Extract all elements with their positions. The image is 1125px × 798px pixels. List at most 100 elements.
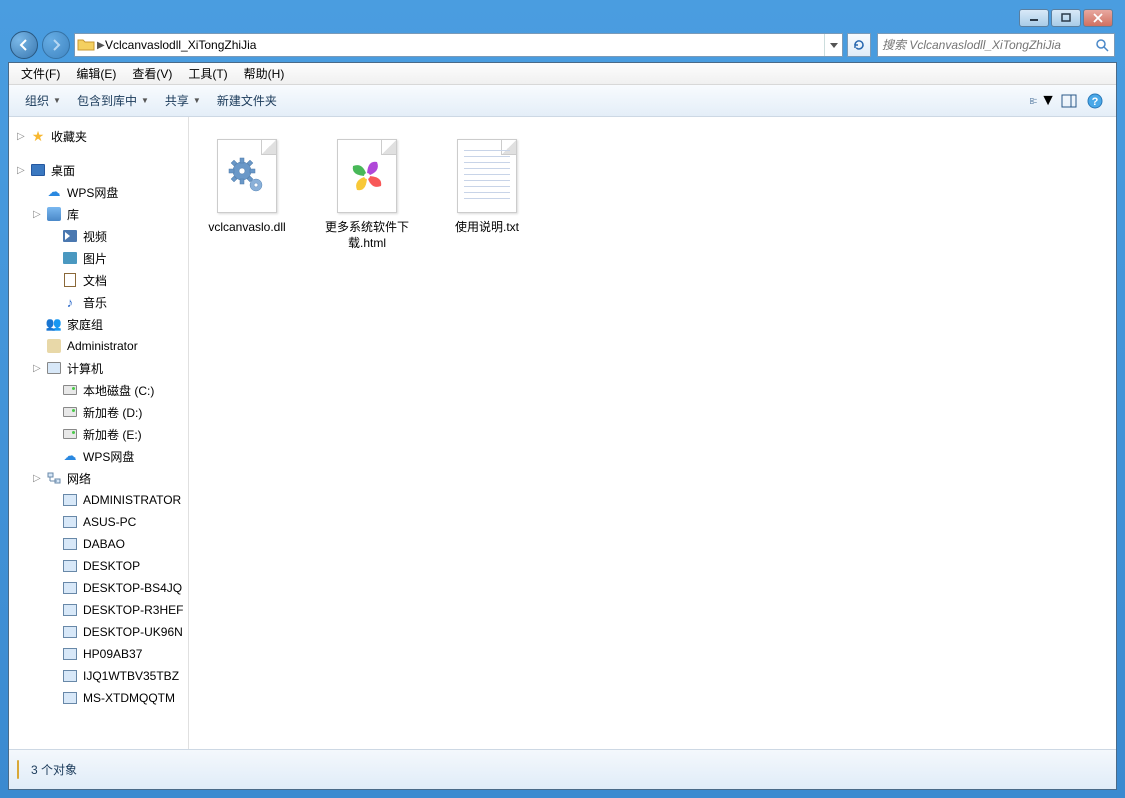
folder-icon [75, 34, 97, 56]
menu-view[interactable]: 查看(V) [124, 63, 180, 84]
file-label: 更多系统软件下载.html [324, 220, 410, 251]
sidebar-drive-c[interactable]: 本地磁盘 (C:) [9, 379, 188, 401]
network-icon [45, 469, 63, 487]
homegroup-icon: 👥 [45, 315, 63, 333]
file-list[interactable]: vclcanvaslo.dll 更多系统软件下载.html [189, 117, 1116, 749]
menu-file[interactable]: 文件(F) [13, 63, 68, 84]
close-button[interactable] [1083, 9, 1113, 27]
computer-icon [61, 491, 79, 509]
drive-icon [61, 425, 79, 443]
sidebar-wps-2[interactable]: ☁WPS网盘 [9, 445, 188, 467]
sidebar-item-label: DESKTOP [83, 559, 140, 573]
sidebar-item-label: 收藏夹 [51, 128, 87, 145]
sidebar-libraries[interactable]: ▷库 [9, 203, 188, 225]
sidebar-item-label: 文档 [83, 272, 107, 289]
sidebar-administrator[interactable]: Administrator [9, 335, 188, 357]
maximize-button[interactable] [1051, 9, 1081, 27]
share-button[interactable]: 共享▼ [157, 88, 209, 113]
preview-pane-button[interactable] [1056, 90, 1082, 112]
computer-icon [61, 557, 79, 575]
sidebar-homegroup[interactable]: 👥家庭组 [9, 313, 188, 335]
command-bar: 组织▼ 包含到库中▼ 共享▼ 新建文件夹 ▼ ? [9, 85, 1116, 117]
sidebar-drive-d[interactable]: 新加卷 (D:) [9, 401, 188, 423]
sidebar-item-label: WPS网盘 [83, 448, 134, 465]
new-folder-button[interactable]: 新建文件夹 [209, 88, 285, 113]
forward-button[interactable] [42, 31, 70, 59]
sidebar-item-label: 图片 [83, 250, 107, 267]
cloud-icon: ☁ [45, 183, 63, 201]
explorer-window: 文件(F) 编辑(E) 查看(V) 工具(T) 帮助(H) 组织▼ 包含到库中▼… [8, 62, 1117, 790]
organize-button[interactable]: 组织▼ [17, 88, 69, 113]
navigation-bar: ▶ Vclcanvaslodll_XiTongZhiJia [8, 28, 1117, 62]
picture-icon [61, 249, 79, 267]
sidebar-item-label: 本地磁盘 (C:) [83, 382, 154, 399]
sidebar-network[interactable]: ▷网络 [9, 467, 188, 489]
sidebar-item-label: 桌面 [51, 162, 75, 179]
address-bar[interactable]: ▶ Vclcanvaslodll_XiTongZhiJia [74, 33, 843, 57]
sidebar-item-label: 计算机 [67, 360, 103, 377]
sidebar-net-pc[interactable]: IJQ1WTBV35TBZ [9, 665, 188, 687]
sidebar-net-pc[interactable]: DESKTOP-BS4JQ [9, 577, 188, 599]
sidebar-item-label: DESKTOP-UK96N [83, 625, 183, 639]
status-text: 3 个对象 [31, 761, 77, 778]
user-icon [45, 337, 63, 355]
sidebar-net-pc[interactable]: HP09AB37 [9, 643, 188, 665]
menu-bar: 文件(F) 编辑(E) 查看(V) 工具(T) 帮助(H) [9, 63, 1116, 85]
file-label: 使用说明.txt [455, 220, 519, 236]
search-icon[interactable] [1090, 38, 1114, 52]
sidebar-favorites[interactable]: ▷★收藏夹 [9, 125, 188, 147]
sidebar-item-label: ASUS-PC [83, 515, 136, 529]
computer-icon [61, 645, 79, 663]
sidebar-computer[interactable]: ▷计算机 [9, 357, 188, 379]
sidebar-music[interactable]: ♪音乐 [9, 291, 188, 313]
sidebar-net-pc[interactable]: DESKTOP [9, 555, 188, 577]
sidebar-drive-e[interactable]: 新加卷 (E:) [9, 423, 188, 445]
sidebar-item-label: Administrator [67, 339, 138, 353]
file-item-dll[interactable]: vclcanvaslo.dll [197, 129, 297, 258]
sidebar-net-pc[interactable]: DESKTOP-R3HEF [9, 599, 188, 621]
sidebar-item-label: DABAO [83, 537, 125, 551]
include-in-library-button[interactable]: 包含到库中▼ [69, 88, 157, 113]
star-icon: ★ [29, 127, 47, 145]
sidebar-documents[interactable]: 文档 [9, 269, 188, 291]
sidebar-item-label: MS-XTDMQQTM [83, 691, 175, 705]
minimize-button[interactable] [1019, 9, 1049, 27]
menu-tools[interactable]: 工具(T) [180, 63, 235, 84]
address-path: Vclcanvaslodll_XiTongZhiJia [103, 38, 824, 52]
sidebar-net-pc[interactable]: DESKTOP-UK96N [9, 621, 188, 643]
main-area: ▷★收藏夹 ▷桌面 ☁WPS网盘 ▷库 视频 图片 文档 ♪音乐 👥家庭组 Ad… [9, 117, 1116, 749]
sidebar-desktop[interactable]: ▷桌面 [9, 159, 188, 181]
sidebar-item-label: 库 [67, 206, 79, 223]
computer-icon [61, 513, 79, 531]
dll-file-icon [211, 136, 283, 216]
computer-icon [61, 535, 79, 553]
sidebar-net-pc[interactable]: DABAO [9, 533, 188, 555]
document-icon [61, 271, 79, 289]
help-button[interactable]: ? [1082, 90, 1108, 112]
view-options-button[interactable]: ▼ [1030, 90, 1056, 112]
music-icon: ♪ [61, 293, 79, 311]
search-input[interactable] [878, 38, 1090, 52]
window-titlebar [8, 8, 1117, 28]
sidebar-item-label: 家庭组 [67, 316, 103, 333]
sidebar-videos[interactable]: 视频 [9, 225, 188, 247]
menu-edit[interactable]: 编辑(E) [68, 63, 124, 84]
sidebar-net-pc[interactable]: MS-XTDMQQTM [9, 687, 188, 709]
drive-icon [61, 381, 79, 399]
sidebar-item-label: ADMINISTRATOR [83, 493, 181, 507]
sidebar-net-pc[interactable]: ASUS-PC [9, 511, 188, 533]
address-dropdown[interactable] [824, 34, 842, 56]
sidebar-net-pc[interactable]: ADMINISTRATOR [9, 489, 188, 511]
sidebar-wps[interactable]: ☁WPS网盘 [9, 181, 188, 203]
computer-icon [45, 359, 63, 377]
file-item-txt[interactable]: 使用说明.txt [437, 129, 537, 258]
menu-help[interactable]: 帮助(H) [236, 63, 293, 84]
refresh-button[interactable] [847, 33, 871, 57]
back-button[interactable] [10, 31, 38, 59]
sidebar-pictures[interactable]: 图片 [9, 247, 188, 269]
file-label: vclcanvaslo.dll [208, 220, 285, 236]
file-item-html[interactable]: 更多系统软件下载.html [317, 129, 417, 258]
html-file-icon [331, 136, 403, 216]
search-bar[interactable] [877, 33, 1115, 57]
navigation-pane[interactable]: ▷★收藏夹 ▷桌面 ☁WPS网盘 ▷库 视频 图片 文档 ♪音乐 👥家庭组 Ad… [9, 117, 189, 749]
